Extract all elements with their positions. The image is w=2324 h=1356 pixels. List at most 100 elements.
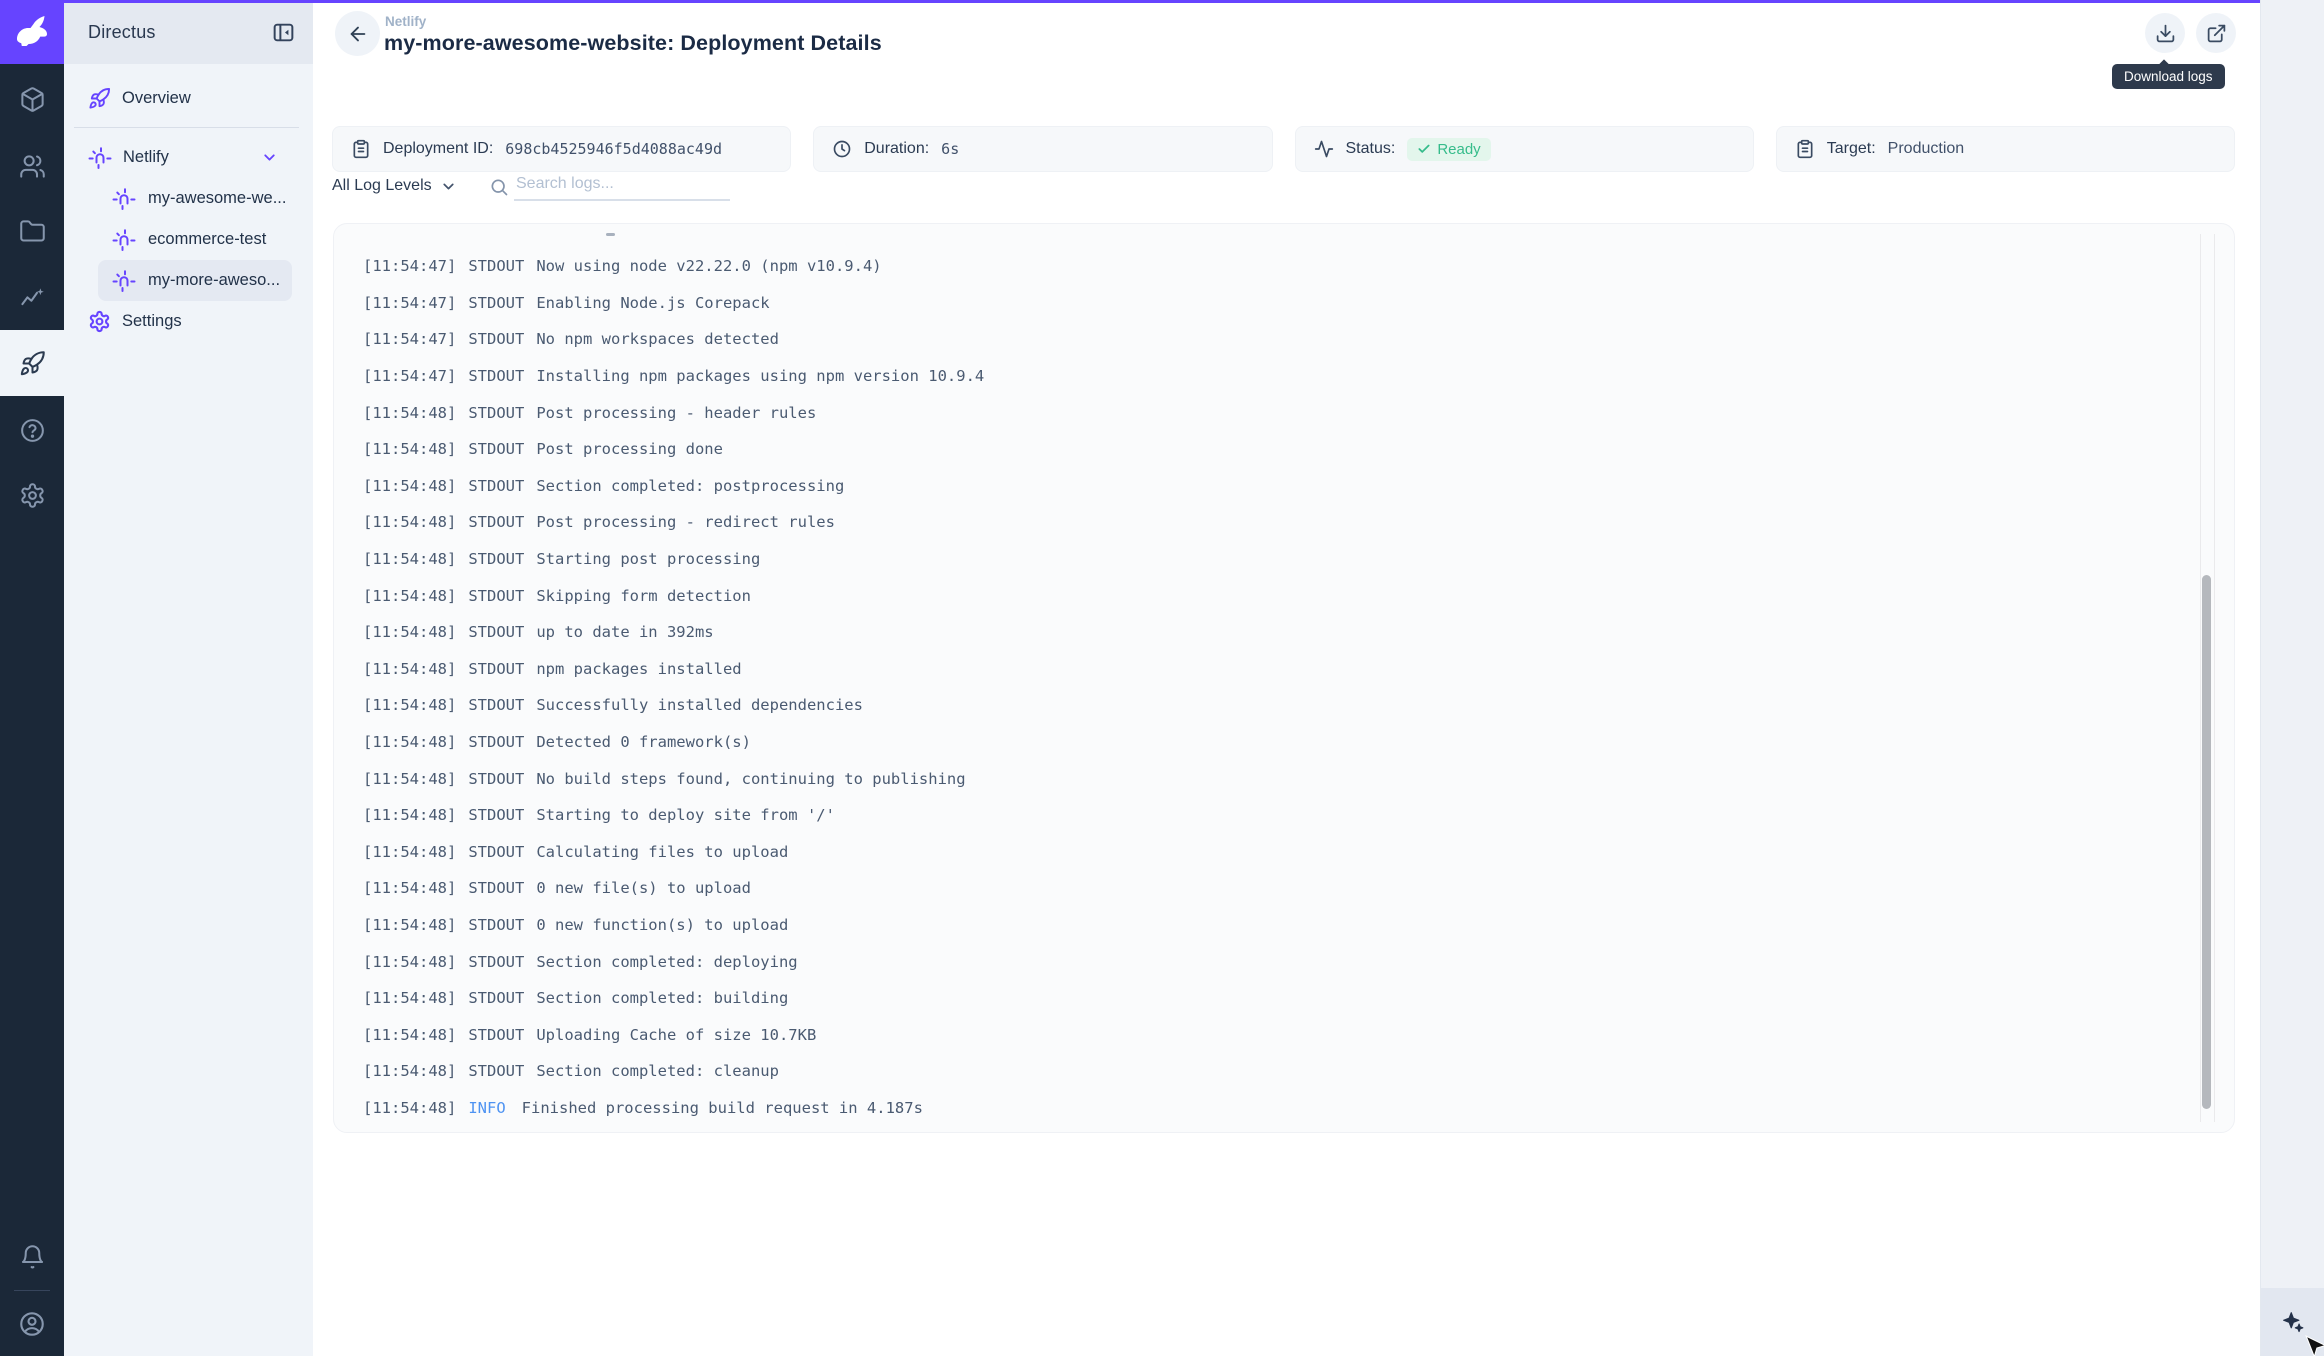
clipped-log-line [606, 233, 615, 236]
box-icon [19, 86, 46, 113]
users-icon [19, 153, 46, 180]
sidebar-item-my-more-awesome-website[interactable]: my-more-aweso... [98, 260, 292, 301]
sidebar-item-label: my-awesome-we... [148, 189, 286, 208]
ai-assistant-button[interactable] [2261, 1288, 2324, 1356]
log-line: [11:54:47]STDOUTInstalling npm packages … [363, 358, 2164, 395]
card-duration: Duration: 6s [813, 126, 1272, 172]
search-icon [489, 177, 509, 197]
top-accent-bar [0, 0, 2260, 3]
rocket-icon [19, 350, 46, 377]
card-deployment-id: Deployment ID: 698cb4525946f5d4088ac49d [332, 126, 791, 172]
clock-icon [832, 139, 852, 159]
log-scrollbar-track[interactable] [2200, 234, 2215, 1122]
log-line: [11:54:48]STDOUT0 new file(s) to upload [363, 870, 2164, 907]
log-line: [11:54:48]STDOUTup to date in 392ms [363, 614, 2164, 651]
netlify-node-icon [112, 187, 136, 211]
log-line: [11:54:48]STDOUTCalculating files to upl… [363, 834, 2164, 871]
breadcrumb[interactable]: Netlify [385, 14, 426, 29]
card-status: Status: Ready [1295, 126, 1754, 172]
log-line: [11:54:48]STDOUTnpm packages installed [363, 651, 2164, 688]
netlify-node-icon [112, 228, 136, 252]
navigation-sidebar: Directus Overview Netlify my-awesome-we.… [64, 0, 313, 1356]
app-window: Directus Overview Netlify my-awesome-we.… [0, 0, 2324, 1356]
card-label: Target: [1827, 140, 1876, 158]
sidebar-item-my-awesome-website[interactable]: my-awesome-we... [64, 178, 313, 219]
sidebar-header: Directus [64, 0, 313, 64]
log-panel: [11:54:47]STDOUTNow using node v22.22.0 … [333, 223, 2235, 1133]
download-logs-button[interactable] [2145, 13, 2185, 53]
sidebar-item-label: Settings [122, 312, 182, 331]
open-in-new-icon [2206, 23, 2227, 44]
log-level-filter-label: All Log Levels [332, 177, 432, 195]
module-settings-button[interactable] [0, 462, 64, 528]
right-sidebar [2260, 0, 2324, 1356]
gear-icon [88, 310, 111, 333]
card-label: Deployment ID: [383, 140, 493, 158]
tooltip-download-logs: Download logs [2112, 64, 2225, 89]
log-search [489, 175, 730, 201]
log-line: [11:54:48]STDOUTSuccessfully installed d… [363, 687, 2164, 724]
log-line: [11:54:48]STDOUTDetected 0 framework(s) [363, 724, 2164, 761]
chevron-down-icon[interactable] [261, 149, 278, 166]
status-badge-label: Ready [1437, 141, 1480, 158]
arrow-left-icon [347, 23, 369, 45]
sidebar-item-ecommerce-test[interactable]: ecommerce-test [64, 219, 313, 260]
chevron-down-icon [440, 178, 457, 195]
module-bar [0, 0, 64, 1356]
clipboard-icon [1795, 139, 1815, 159]
panel-collapse-icon [271, 20, 296, 45]
back-button[interactable] [335, 11, 380, 56]
log-line: [11:54:48]STDOUTPost processing - redire… [363, 504, 2164, 541]
log-line: [11:54:48]STDOUTNo build steps found, co… [363, 760, 2164, 797]
sidebar-title: Directus [88, 22, 156, 43]
module-extension-button[interactable] [0, 330, 64, 396]
rabbit-icon [12, 12, 52, 52]
log-line: [11:54:48]STDOUTPost processing done [363, 431, 2164, 468]
open-external-button[interactable] [2196, 13, 2236, 53]
target-value: Production [1888, 140, 1965, 158]
log-scrollbar-thumb[interactable] [2202, 575, 2211, 1109]
notifications-button[interactable] [0, 1224, 64, 1290]
log-line: [11:54:48]STDOUTSection completed: postp… [363, 468, 2164, 505]
gear-icon [19, 482, 46, 509]
module-files-button[interactable] [0, 198, 64, 264]
log-line: [11:54:48]STDOUTSection completed: deplo… [363, 943, 2164, 980]
netlify-node-icon [112, 269, 136, 293]
sparkle-icon [2279, 1308, 2307, 1336]
module-users-button[interactable] [0, 133, 64, 199]
folder-icon [19, 218, 46, 245]
collapse-sidebar-button[interactable] [271, 20, 296, 45]
check-icon [1417, 142, 1431, 156]
bell-icon [19, 1244, 46, 1271]
log-line: [11:54:48]STDOUTSkipping form detection [363, 577, 2164, 614]
sidebar-item-label: Netlify [123, 148, 169, 167]
netlify-node-icon [88, 146, 112, 170]
module-help-button[interactable] [0, 397, 64, 463]
help-icon [19, 417, 46, 444]
account-button[interactable] [0, 1291, 64, 1356]
search-input[interactable] [514, 175, 730, 201]
module-insights-button[interactable] [0, 265, 64, 331]
sidebar-item-overview[interactable]: Overview [64, 78, 313, 119]
status-badge: Ready [1407, 138, 1490, 161]
log-line: [11:54:47]STDOUTEnabling Node.js Corepac… [363, 285, 2164, 322]
page-title: my-more-awesome-website: Deployment Deta… [384, 31, 882, 56]
sidebar-item-netlify[interactable]: Netlify [64, 137, 313, 178]
account-circle-icon [18, 1310, 46, 1338]
log-line: [11:54:48]INFOFinished processing build … [363, 1090, 2164, 1127]
card-label: Duration: [864, 140, 929, 158]
log-line: [11:54:48]STDOUTSection completed: clean… [363, 1053, 2164, 1090]
log-lines: [11:54:47]STDOUTNow using node v22.22.0 … [363, 248, 2164, 1126]
clipboard-icon [351, 139, 371, 159]
sidebar-divider [74, 127, 299, 128]
module-content-button[interactable] [0, 66, 64, 132]
card-target: Target: Production [1776, 126, 2235, 172]
activity-icon [1314, 139, 1334, 159]
sidebar-item-label: Overview [122, 89, 191, 108]
deployment-info-cards: Deployment ID: 698cb4525946f5d4088ac49d … [332, 126, 2235, 172]
log-level-filter[interactable]: All Log Levels [332, 177, 457, 195]
sidebar-item-label: ecommerce-test [148, 230, 266, 249]
directus-logo[interactable] [0, 0, 64, 64]
sidebar-item-settings[interactable]: Settings [64, 301, 313, 342]
deployment-id-value: 698cb4525946f5d4088ac49d [505, 140, 722, 158]
